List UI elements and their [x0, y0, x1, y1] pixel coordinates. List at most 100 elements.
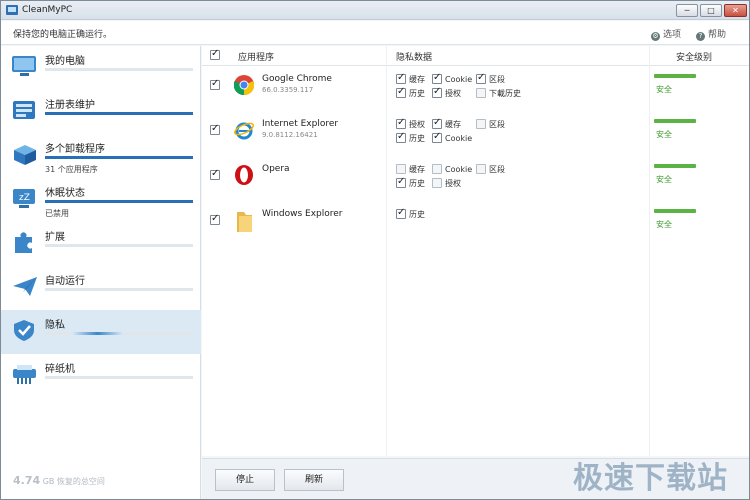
- sidebar-item-label: 注册表维护: [45, 100, 95, 111]
- privacy-option[interactable]: 缓存: [396, 72, 425, 85]
- sidebar-item-2[interactable]: 多个卸载程序 31 个应用程序: [1, 134, 201, 178]
- sidebar-item-7[interactable]: 碎纸机: [1, 354, 201, 398]
- row-checkbox[interactable]: [210, 168, 220, 180]
- options-link[interactable]: ⚙ 选项: [651, 27, 681, 41]
- privacy-option[interactable]: 下載历史: [476, 88, 521, 99]
- row-checkbox[interactable]: [210, 78, 220, 90]
- paper-plane-icon: [11, 274, 39, 298]
- privacy-checkbox[interactable]: [432, 131, 442, 143]
- hibernation-icon: zZ: [11, 186, 39, 210]
- sidebar-item-3[interactable]: zZ 休眠状态 已禁用: [1, 178, 201, 222]
- privacy-checkbox[interactable]: [476, 119, 486, 129]
- privacy-checkbox[interactable]: [432, 178, 442, 188]
- app-name: Google Chrome: [262, 74, 332, 84]
- row-checkbox[interactable]: [210, 213, 220, 225]
- sidebar-item-5[interactable]: 自动运行: [1, 266, 201, 310]
- watermark: 极速下载站: [573, 461, 728, 496]
- safety-level-label: 安全: [656, 220, 672, 229]
- toolbar: 保持您的电脑正确运行。 ⚙ 选项 ? 帮助: [1, 21, 749, 45]
- privacy-option[interactable]: 缓存: [396, 164, 425, 175]
- privacy-option[interactable]: Cookie: [432, 72, 473, 84]
- privacy-option[interactable]: Cookie: [432, 164, 472, 174]
- app-subtitle: 保持您的电脑正确运行。: [13, 30, 113, 40]
- privacy-option-label: Cookie: [445, 75, 473, 84]
- privacy-checkbox[interactable]: [432, 164, 442, 174]
- privacy-checkbox[interactable]: [476, 72, 486, 84]
- title-bar[interactable]: CleanMyPC ─ □ ✕: [1, 1, 749, 20]
- privacy-checkbox[interactable]: [476, 88, 486, 98]
- sidebar-progress-bar: [45, 200, 193, 203]
- puzzle-icon: [11, 230, 39, 254]
- privacy-checkbox[interactable]: [396, 207, 406, 219]
- safety-level-bar: [654, 164, 696, 168]
- table-row: Opera 缓存 Cookie 区段历史 授权 安全: [202, 160, 749, 205]
- table-row: Windows Explorer 历史安全: [202, 205, 749, 250]
- privacy-option-label: 缓存: [409, 165, 425, 174]
- recovered-space: 4.74 GB 恢复的总空间: [13, 474, 105, 487]
- table-row: Google Chrome 66.0.3359.117 缓存 Cookie 区段历史 授权…: [202, 70, 749, 115]
- safety-level-bar: [654, 209, 696, 213]
- privacy-checkbox[interactable]: [432, 117, 442, 129]
- sidebar-item-label: 自动运行: [45, 276, 85, 287]
- privacy-option[interactable]: 授权: [396, 117, 425, 130]
- privacy-option[interactable]: 缓存: [432, 117, 461, 130]
- close-button[interactable]: ✕: [724, 4, 747, 17]
- sidebar-item-6[interactable]: 隐私: [1, 310, 201, 354]
- shredder-icon: [11, 362, 39, 386]
- stop-button[interactable]: 停止: [215, 469, 275, 491]
- privacy-option[interactable]: 区段: [476, 119, 505, 130]
- privacy-checkbox[interactable]: [396, 176, 406, 188]
- safety-level-label: 安全: [656, 175, 672, 184]
- privacy-shield-icon: [11, 318, 39, 342]
- privacy-checkbox[interactable]: [396, 72, 406, 84]
- recovered-space-label: 恢复的总空间: [56, 477, 105, 486]
- svg-text:zZ: zZ: [19, 193, 30, 203]
- help-link[interactable]: ? 帮助: [696, 27, 726, 41]
- table-header: 应用程序 隐私数据 安全级别: [202, 46, 749, 66]
- sidebar-item-4[interactable]: 扩展: [1, 222, 201, 266]
- gear-icon: ⚙: [651, 32, 660, 41]
- recovered-space-value: 4.74: [13, 474, 41, 487]
- privacy-option[interactable]: 历史: [396, 176, 425, 189]
- privacy-checkbox[interactable]: [396, 117, 406, 129]
- privacy-option-label: 历史: [409, 134, 425, 143]
- chrome-icon: [233, 75, 255, 96]
- sidebar-progress-bar: [45, 156, 193, 159]
- privacy-option-label: 区段: [489, 75, 505, 84]
- sidebar-item-1[interactable]: 注册表维护: [1, 90, 201, 134]
- folder-icon: [234, 210, 254, 232]
- select-all-checkbox[interactable]: [210, 48, 220, 60]
- privacy-option[interactable]: 历史: [396, 207, 425, 220]
- sidebar-item-label: 碎纸机: [45, 364, 75, 375]
- sidebar-item-label: 扩展: [45, 232, 65, 243]
- privacy-option[interactable]: 区段: [476, 164, 505, 175]
- privacy-checkbox[interactable]: [396, 131, 406, 143]
- privacy-option-label: 缓存: [409, 75, 425, 84]
- privacy-option[interactable]: 授权: [432, 86, 461, 99]
- privacy-checkbox[interactable]: [396, 164, 406, 174]
- sidebar-progress-bar: [45, 112, 193, 115]
- privacy-checkbox[interactable]: [476, 164, 486, 174]
- maximize-button[interactable]: □: [700, 4, 722, 17]
- privacy-checkbox[interactable]: [432, 72, 442, 84]
- privacy-checkbox[interactable]: [396, 86, 406, 98]
- privacy-checkbox[interactable]: [432, 86, 442, 98]
- sidebar: 我的电脑 注册表维护 多个卸载程序 31 个应用程序 zZ 休眠状态 已禁用 扩展 自动运行 隐私…: [1, 46, 201, 499]
- recovered-space-unit: GB: [42, 477, 55, 486]
- row-checkbox[interactable]: [210, 123, 220, 135]
- question-icon: ?: [696, 32, 705, 41]
- privacy-option[interactable]: 历史: [396, 86, 425, 99]
- privacy-option-label: 授权: [445, 179, 461, 188]
- minimize-button[interactable]: ─: [676, 4, 698, 17]
- header-app: 应用程序: [238, 53, 275, 63]
- refresh-button[interactable]: 刷新: [284, 469, 344, 491]
- privacy-option[interactable]: 区段: [476, 72, 505, 85]
- sidebar-item-0[interactable]: 我的电脑: [1, 46, 201, 90]
- privacy-option-label: 授权: [409, 120, 425, 129]
- sidebar-item-label: 休眠状态: [45, 188, 85, 199]
- privacy-option[interactable]: 历史: [396, 131, 425, 144]
- options-label: 选项: [663, 30, 682, 40]
- help-label: 帮助: [708, 30, 727, 40]
- privacy-option[interactable]: Cookie: [432, 131, 472, 143]
- privacy-option[interactable]: 授权: [432, 178, 461, 189]
